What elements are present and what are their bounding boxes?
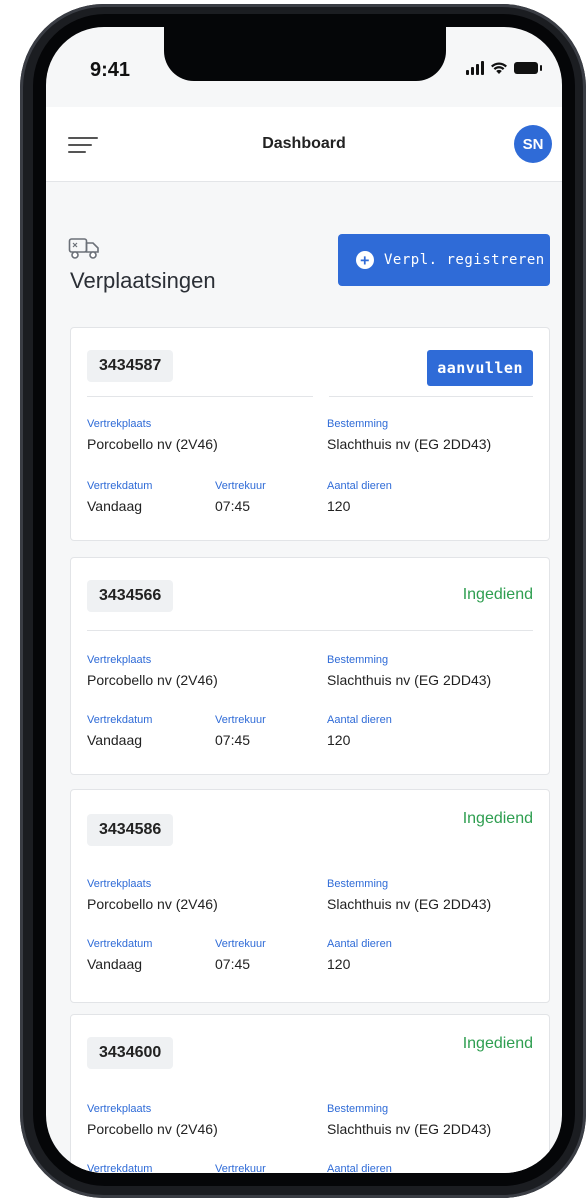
card-id: 3434600 [87, 1037, 174, 1069]
field-aantal-dieren: Aantal dieren [327, 1163, 392, 1173]
field-aantal-dieren: Aantal dieren 120 [327, 938, 392, 972]
register-button-label: Verpl. registreren [384, 252, 545, 268]
field-bestemming: Bestemming Slachthuis nv (EG 2DD43) [327, 654, 492, 688]
card-divider [87, 630, 533, 631]
field-bestemming: Bestemming Slachthuis nv (EG 2DD43) [327, 878, 492, 912]
phone-notch [164, 27, 446, 81]
verplaatsing-card[interactable]: 3434586 Ingediend Vertrekplaats Porcobel… [70, 789, 550, 1003]
field-vertrekplaats: Vertrekplaats Porcobello nv (2V46) [87, 1103, 218, 1137]
phone-screen: 9:41 Dashboard SN Verplaatsingen + Verpl… [46, 27, 562, 1173]
register-button[interactable]: + Verpl. registreren [338, 234, 550, 286]
field-vertrekuur: Vertrekuur [215, 1163, 266, 1173]
plus-circle-icon: + [356, 251, 374, 269]
field-vertrekplaats: Vertrekplaats Porcobello nv (2V46) [87, 878, 218, 912]
field-vertrekuur: Vertrekuur 07:45 [215, 480, 266, 514]
main-content: Verplaatsingen + Verpl. registreren 3434… [46, 182, 562, 1173]
field-bestemming: Bestemming Slachthuis nv (EG 2DD43) [327, 418, 492, 452]
verplaatsing-card[interactable]: 3434587 aanvullen Vertrekplaats Porcobel… [70, 327, 550, 541]
field-vertrekdatum: Vertrekdatum [87, 1163, 153, 1173]
card-id: 3434566 [87, 580, 174, 612]
verplaatsing-card[interactable]: 3434566 Ingediend Vertrekplaats Porcobel… [70, 557, 550, 775]
card-divider [329, 396, 533, 397]
card-divider [87, 396, 313, 397]
field-bestemming: Bestemming Slachthuis nv (EG 2DD43) [327, 1103, 492, 1137]
aanvullen-button[interactable]: aanvullen [427, 350, 533, 386]
field-vertrekdatum: Vertrekdatum Vandaag [87, 714, 153, 748]
top-app-bar: Dashboard SN [46, 107, 562, 182]
field-vertrekdatum: Vertrekdatum Vandaag [87, 480, 153, 514]
field-vertrekuur: Vertrekuur 07:45 [215, 714, 266, 748]
page-title: Verplaatsingen [70, 268, 216, 293]
status-time: 9:41 [90, 59, 131, 81]
signal-icon [466, 61, 484, 75]
field-vertrekdatum: Vertrekdatum Vandaag [87, 938, 153, 972]
field-vertrekplaats: Vertrekplaats Porcobello nv (2V46) [87, 418, 218, 452]
battery-icon [514, 62, 542, 74]
card-id: 3434587 [87, 350, 174, 382]
card-id: 3434586 [87, 814, 174, 846]
page-header-title: Dashboard [262, 135, 346, 152]
field-aantal-dieren: Aantal dieren 120 [327, 480, 392, 514]
status-badge: Ingediend [462, 810, 533, 827]
wifi-icon [491, 62, 507, 74]
field-vertrekuur: Vertrekuur 07:45 [215, 938, 266, 972]
status-badge: Ingediend [462, 1035, 533, 1052]
field-aantal-dieren: Aantal dieren 120 [327, 714, 392, 748]
avatar[interactable]: SN [514, 125, 552, 163]
verplaatsing-card[interactable]: 3434600 Ingediend Vertrekplaats Porcobel… [70, 1014, 550, 1173]
truck-icon [68, 238, 99, 259]
field-vertrekplaats: Vertrekplaats Porcobello nv (2V46) [87, 654, 218, 688]
status-badge: Ingediend [462, 586, 533, 603]
status-icons [466, 61, 542, 75]
